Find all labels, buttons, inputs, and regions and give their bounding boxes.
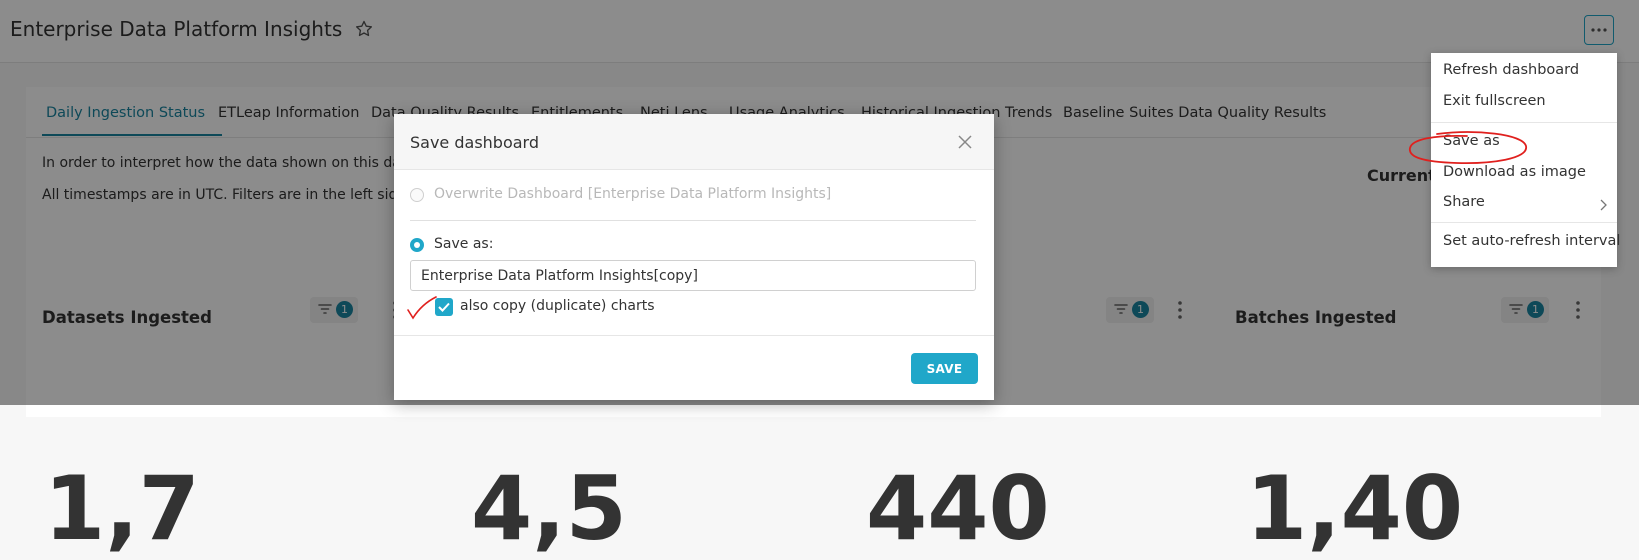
menu-divider	[1431, 222, 1617, 223]
menu-item-refresh-dashboard[interactable]: Refresh dashboard	[1443, 62, 1579, 78]
duplicate-charts-label: also copy (duplicate) charts	[460, 298, 655, 314]
modal-header: Save dashboard	[394, 114, 994, 170]
menu-divider	[1431, 122, 1617, 123]
annotation-checkmark	[407, 296, 437, 320]
chevron-right-icon	[1600, 199, 1607, 211]
save-as-label: Save as:	[434, 236, 494, 252]
menu-item-share[interactable]: Share	[1443, 194, 1485, 210]
dashboard-name-input[interactable]	[410, 260, 976, 291]
modal-title: Save dashboard	[410, 133, 539, 152]
overwrite-radio[interactable]	[410, 188, 424, 202]
modal-divider	[410, 220, 976, 221]
save-button[interactable]: SAVE	[911, 353, 978, 384]
annotation-circle	[1409, 131, 1527, 165]
menu-item-set-auto-refresh-interval[interactable]: Set auto-refresh interval	[1443, 233, 1620, 249]
close-icon[interactable]	[957, 134, 973, 150]
check-icon	[438, 302, 450, 312]
duplicate-charts-checkbox[interactable]	[435, 298, 453, 316]
modal-footer-divider	[394, 335, 994, 336]
chart-big-number: 440	[866, 457, 1050, 560]
chart-big-number: 1,7	[44, 457, 200, 560]
save-dashboard-modal: Save dashboard Overwrite Dashboard [Ente…	[394, 114, 994, 400]
chart-big-number: 1,40	[1246, 457, 1464, 560]
save-as-radio[interactable]	[410, 238, 424, 252]
menu-item-exit-fullscreen[interactable]: Exit fullscreen	[1443, 93, 1546, 109]
overwrite-label: Overwrite Dashboard [Enterprise Data Pla…	[434, 186, 832, 202]
chart-big-number: 4,5	[471, 457, 627, 560]
